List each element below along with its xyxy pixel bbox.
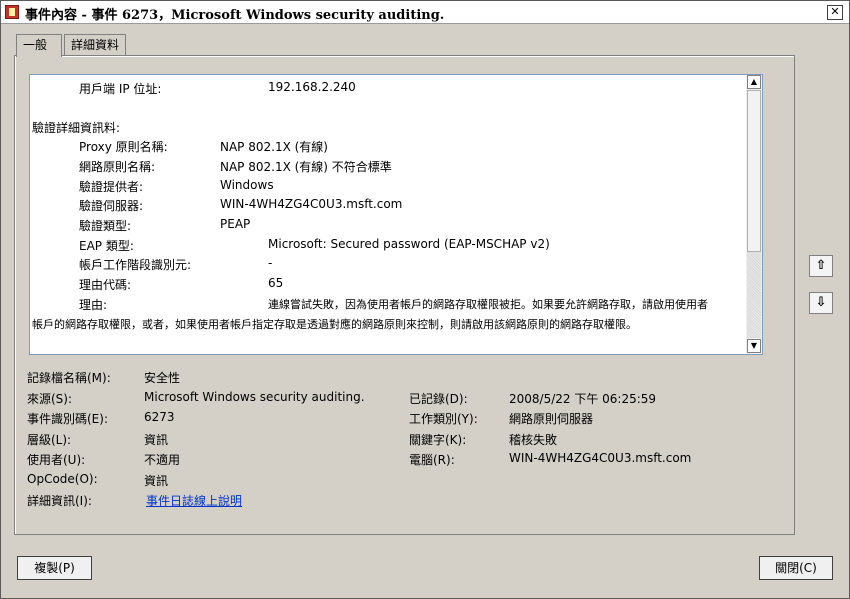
logged-label: 已記錄(D): [409, 392, 468, 406]
arrow-up-icon: ⇧ [815, 258, 827, 273]
task-category-value: 網路原則伺服器 [509, 412, 594, 426]
event-properties-window: 事件內容 - 事件 6273，Microsoft Windows securit… [0, 0, 850, 599]
reason-code-value: 65 [268, 276, 284, 290]
computer-label: 電腦(R): [409, 453, 455, 467]
client-ip-value: 192.168.2.240 [268, 80, 356, 94]
log-name-value: 安全性 [144, 371, 181, 385]
event-description-content: 用戶端 IP 位址: 192.168.2.240 驗證詳細資訊料: Proxy … [30, 75, 744, 354]
reason-code-label: 理由代碼: [79, 278, 132, 292]
source-value: Microsoft Windows security auditing. [144, 390, 365, 404]
user-label: 使用者(U): [27, 453, 86, 467]
close-button[interactable]: 關閉(C) [759, 556, 833, 580]
source-label: 來源(S): [27, 392, 73, 406]
title-bar: 事件內容 - 事件 6273，Microsoft Windows securit… [1, 1, 849, 24]
copy-button[interactable]: 複製(P) [17, 556, 92, 580]
general-tab-panel: 用戶端 IP 位址: 192.168.2.240 驗證詳細資訊料: Proxy … [14, 55, 795, 535]
auth-type-label: 驗證類型: [79, 219, 132, 233]
auth-section-heading: 驗證詳細資訊料: [32, 121, 121, 135]
keywords-value: 稽核失敗 [509, 433, 558, 447]
arrow-down-icon: ⇩ [815, 295, 827, 310]
event-log-online-help-link[interactable]: 事件日誌線上說明 [146, 492, 242, 509]
next-event-button[interactable]: ⇩ [809, 292, 833, 314]
log-name-label: 記錄檔名稱(M): [27, 371, 111, 385]
client-ip-label: 用戶端 IP 位址: [79, 82, 162, 96]
auth-provider-value: Windows [220, 178, 274, 192]
opcode-value: 資訊 [144, 474, 169, 488]
logged-value: 2008/5/22 下午 06:25:59 [509, 392, 657, 406]
event-id-label: 事件識別碼(E): [27, 412, 108, 426]
account-session-label: 帳戶工作階段識別元: [79, 258, 192, 272]
scroll-down-button[interactable]: ▼ [747, 339, 761, 353]
tab-general[interactable]: 一般 [16, 34, 62, 57]
auth-provider-label: 驗證提供者: [79, 180, 144, 194]
proxy-policy-value: NAP 802.1X (有線) [220, 140, 328, 154]
event-description-textbox[interactable]: 用戶端 IP 位址: 192.168.2.240 驗證詳細資訊料: Proxy … [29, 74, 763, 355]
scroll-up-button[interactable]: ▲ [747, 75, 761, 89]
reason-value-line-2: 帳戶的網路存取權限，或者，如果使用者帳戶指定存取是透過對應的網路原則來控制，則請… [32, 318, 637, 331]
account-session-value: - [268, 256, 273, 270]
opcode-label: OpCode(O): [27, 472, 98, 486]
level-label: 層級(L): [27, 433, 72, 447]
event-id-value: 6273 [144, 410, 175, 424]
more-info-label: 詳細資訊(I): [27, 494, 92, 508]
event-viewer-icon [5, 5, 19, 19]
reason-label: 理由: [79, 298, 108, 312]
eap-type-label: EAP 類型: [79, 239, 134, 253]
eap-type-value: Microsoft: Secured password (EAP-MSCHAP … [268, 237, 550, 251]
task-category-label: 工作類別(Y): [409, 412, 478, 426]
user-value: 不適用 [144, 453, 181, 467]
keywords-label: 關鍵字(K): [409, 433, 467, 447]
auth-server-value: WIN-4WH4ZG4C0U3.msft.com [220, 197, 403, 211]
tab-details[interactable]: 詳細資料 [64, 34, 126, 55]
level-value: 資訊 [144, 433, 169, 447]
auth-type-value: PEAP [220, 217, 251, 231]
network-policy-label: 網路原則名稱: [79, 160, 156, 174]
window-title: 事件內容 - 事件 6273，Microsoft Windows securit… [25, 8, 445, 23]
proxy-policy-label: Proxy 原則名稱: [79, 140, 168, 154]
network-policy-value: NAP 802.1X (有線) 不符合標準 [220, 160, 392, 174]
previous-event-button[interactable]: ⇧ [809, 255, 833, 277]
auth-server-label: 驗證伺服器: [79, 199, 144, 213]
scroll-thumb[interactable] [747, 90, 761, 252]
reason-value-line-1: 連線嘗試失敗，因為使用者帳戶的網路存取權限被拒。如果要允許網路存取，請啟用使用者 [268, 298, 708, 311]
computer-value: WIN-4WH4ZG4C0U3.msft.com [509, 451, 692, 465]
close-window-button[interactable]: ✕ [827, 5, 843, 20]
description-scrollbar[interactable]: ▲ ▼ [746, 75, 762, 354]
